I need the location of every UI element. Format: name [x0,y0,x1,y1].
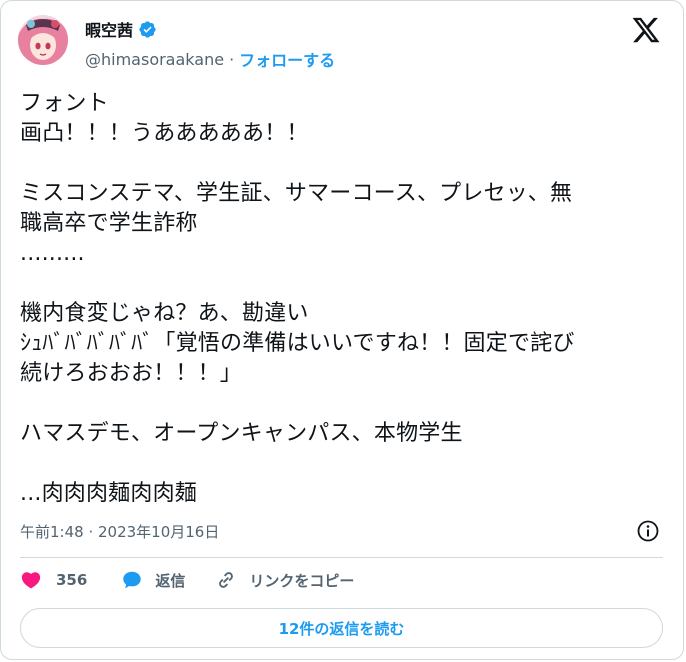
tweet-card: 暇空茜 @himasoraakane · フォローする フォント 画凸！！！うあ… [0,0,684,660]
like-count: 356 [56,571,88,589]
display-name[interactable]: 暇空茜 [85,17,133,41]
divider [20,557,663,558]
reply-button[interactable]: 返信 [121,569,215,591]
read-replies-button[interactable]: 12件の返信を読む [20,608,663,648]
like-button[interactable]: 356 [20,569,121,591]
copy-link-label: リンクをコピー [249,571,355,590]
timestamp[interactable]: 午前1:48 · 2023年10月16日 [20,521,219,542]
author-handle[interactable]: @himasoraakane [85,50,224,69]
handle-row: @himasoraakane · フォローする [85,47,335,71]
separator-dot: · [229,49,235,69]
avatar[interactable] [18,15,68,65]
author-name-row: 暇空茜 [85,17,157,41]
reply-label: 返信 [155,571,186,590]
verified-badge-icon [139,20,156,38]
x-logo-icon[interactable] [631,15,661,45]
follow-button[interactable]: フォローする [239,47,335,71]
info-icon[interactable] [636,519,660,543]
action-bar: 356 返信 リンクをコピー [20,569,354,591]
heart-icon [21,572,41,589]
tweet-text: フォント 画凸！！！うあああああ！！ ミスコンステマ、学生証、サマーコース、プレ… [20,91,575,506]
copy-link-button[interactable]: リンクをコピー [215,569,354,591]
speech-bubble-icon [123,571,142,589]
link-icon [219,572,234,588]
